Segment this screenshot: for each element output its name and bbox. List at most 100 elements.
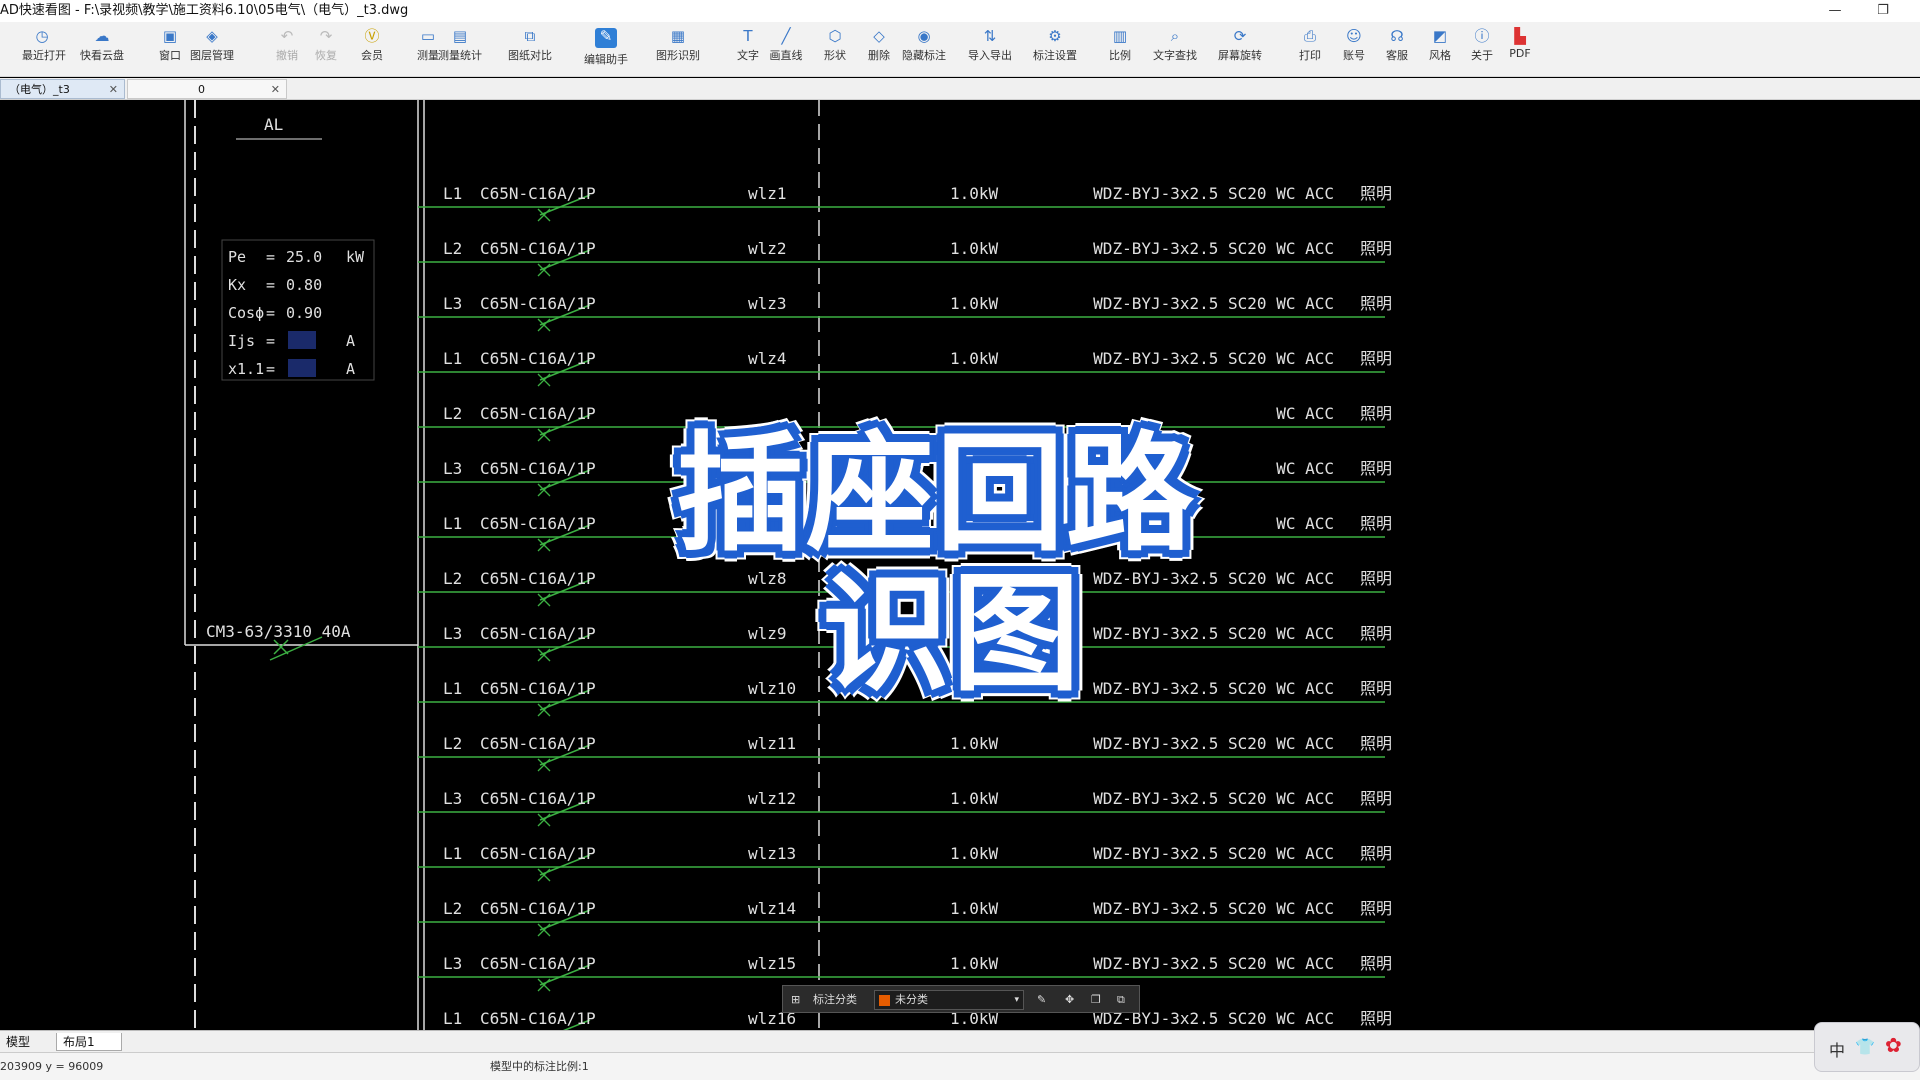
toolbar-button-23[interactable]: ☺ 账号 — [1334, 26, 1374, 74]
toolbar-button-17[interactable]: ⇅ 导入导出 — [960, 26, 1020, 74]
circuit-power: 1.0kW — [950, 294, 999, 313]
circuit-use: 照明 — [1360, 1009, 1392, 1028]
circuit-cable: WDZ-BYJ-3x2.5 SC20 WC ACC — [1093, 899, 1334, 918]
main-breaker-label: CM3-63/3310 40A — [206, 622, 351, 641]
circuit-breaker: C65N-C16A/1P — [480, 459, 596, 478]
param-unit: A — [346, 360, 355, 378]
toolbar-button-0[interactable]: ◷ 最近打开 — [22, 26, 66, 74]
param-value: 0.80 — [286, 276, 322, 294]
shirt-icon: 👕 — [1855, 1037, 1875, 1056]
circuit-cable: WDZ-BYJ-3x2.5 SC20 WC ACC — [1093, 954, 1334, 973]
toolbar-button-16[interactable]: ◉ 隐藏标注 — [894, 26, 954, 74]
toolbar-button-15[interactable]: ◇ 删除 — [859, 26, 899, 74]
edit-icon[interactable]: ✎ — [1037, 986, 1046, 1014]
circuit-power: 1.0kW — [950, 734, 999, 753]
toolbar-button-27[interactable]: ▙ PDF — [1500, 26, 1540, 74]
toolbar-button-18[interactable]: ⚙ 标注设置 — [1025, 26, 1085, 74]
circuit-cable: WDZ-BYJ-3x2.5 SC20 WC ACC — [1093, 239, 1334, 258]
circuit-cable: WC ACC — [1276, 514, 1334, 533]
layout-tab-layout1[interactable]: 布局1 — [56, 1033, 122, 1051]
toolbar-button-8[interactable]: ▤ 测量统计 — [430, 26, 490, 74]
grid-icon[interactable]: ⊞ — [791, 986, 800, 1014]
copy-icon[interactable]: ❐ — [1091, 986, 1101, 1014]
circuit-phase: L3 — [443, 459, 462, 478]
toolbar-button-9[interactable]: ⧉ 图纸对比 — [500, 26, 560, 74]
tab-label: （电气）_t3 — [9, 83, 70, 96]
style-icon: ◩ — [1432, 27, 1448, 45]
video-title-overlay: 插座回路 识图 — [640, 380, 1280, 720]
tab-0[interactable]: 0 ✕ — [127, 79, 287, 99]
close-icon[interactable]: ✕ — [109, 80, 118, 100]
toolbar-button-6[interactable]: Ⓥ 会员 — [352, 26, 392, 74]
toolbar-label: 标注设置 — [1033, 49, 1077, 62]
circuit-use: 照明 — [1360, 734, 1392, 753]
param-value-highlight — [288, 331, 316, 349]
toolbar-label: 测量统计 — [438, 49, 482, 62]
hide-eye-icon: ◉ — [917, 27, 931, 45]
toolbar-button-26[interactable]: ⓘ 关于 — [1462, 26, 1502, 74]
status-bar: 203909 y = 96009 模型中的标注比例:1 — [0, 1052, 1920, 1080]
param-unit: A — [346, 332, 355, 350]
circuit-breaker: C65N-C16A/1P — [480, 569, 596, 588]
annotation-category-select[interactable]: 未分类 ▾ — [874, 990, 1024, 1010]
toolbar-button-25[interactable]: ◩ 风格 — [1420, 26, 1460, 74]
param-name: Kx — [228, 276, 246, 294]
color-swatch — [879, 995, 890, 1006]
toolbar-label: 画直线 — [769, 49, 803, 62]
print-icon: ⎙ — [1303, 27, 1316, 45]
circuit-use: 照明 — [1360, 844, 1392, 863]
measure-stats-icon: ▤ — [452, 27, 468, 45]
circuit-use: 照明 — [1360, 459, 1392, 478]
toolbar-button-20[interactable]: ⌕ 文字查找 — [1145, 26, 1205, 74]
annotation-toolbar: ⊞ 标注分类 未分类 ▾ ✎ ✥ ❐ ⧉ — [782, 985, 1140, 1013]
text-icon: T — [743, 27, 753, 45]
toolbar-button-22[interactable]: ⎙ 打印 — [1290, 26, 1330, 74]
param-equals: = — [266, 360, 275, 378]
annotation-category-label: 标注分类 — [813, 993, 857, 1006]
shape-icon: ⬡ — [828, 27, 842, 45]
vip-icon: Ⓥ — [364, 27, 380, 45]
toolbar-label: 比例 — [1109, 49, 1131, 62]
toolbar-label: 图形识别 — [656, 49, 700, 62]
toolbar-button-1[interactable]: ☁ 快看云盘 — [72, 26, 132, 74]
toolbar-button-24[interactable]: ☊ 客服 — [1377, 26, 1417, 74]
close-icon[interactable]: ✕ — [271, 80, 280, 100]
toolbar-button-5[interactable]: ↷ 恢复 — [306, 26, 346, 74]
paste-icon[interactable]: ⧉ — [1117, 986, 1125, 1014]
import-export-icon: ⇅ — [983, 27, 997, 45]
tab-electrical-t3[interactable]: （电气）_t3 ✕ — [0, 79, 125, 99]
param-name: Ijs — [228, 332, 255, 350]
chevron-down-icon: ▾ — [1014, 995, 1019, 1005]
toolbar-button-21[interactable]: ⟳ 屏幕旋转 — [1210, 26, 1270, 74]
toolbar-button-13[interactable]: ╱ 画直线 — [756, 26, 816, 74]
circuit-use: 照明 — [1360, 899, 1392, 918]
toolbar-button-11[interactable]: ▦ 图形识别 — [648, 26, 708, 74]
toolbar-button-4[interactable]: ↶ 撤销 — [267, 26, 307, 74]
clock-icon: ◷ — [35, 27, 49, 45]
ime-indicator[interactable]: 中 👕 ✿ — [1814, 1022, 1920, 1072]
param-name: x1.1 — [228, 360, 264, 378]
edit-assistant-icon: ✎ — [595, 28, 617, 48]
param-value-highlight — [288, 359, 316, 377]
restore-button[interactable]: ❐ — [1868, 0, 1898, 22]
title-bar: AD快速看图 - F:\录视频\教学\施工资料6.10\05电气\（电气）_t3… — [0, 0, 1920, 22]
param-value: 25.0 — [286, 248, 322, 266]
toolbar-button-19[interactable]: ▥ 比例 — [1100, 26, 1140, 74]
move-icon[interactable]: ✥ — [1065, 986, 1074, 1014]
text-search-icon: ⌕ — [1170, 27, 1180, 45]
eraser-icon: ◇ — [873, 27, 885, 45]
circuit-phase: L3 — [443, 624, 462, 643]
toolbar-label: 导入导出 — [968, 49, 1012, 62]
toolbar-button-10[interactable]: ✎ 编辑助手 — [576, 26, 636, 74]
circuit-phase: L2 — [443, 734, 462, 753]
circuit-phase: L3 — [443, 294, 462, 313]
toolbar-label: 图纸对比 — [508, 49, 552, 62]
layout-tab-model[interactable]: 模型 — [0, 1033, 36, 1051]
headset-icon: ☊ — [1390, 27, 1404, 45]
toolbar-button-14[interactable]: ⬡ 形状 — [815, 26, 855, 74]
toolbar-button-3[interactable]: ◈ 图层管理 — [182, 26, 242, 74]
minimize-button[interactable]: — — [1820, 0, 1850, 22]
cloud-icon: ☁ — [94, 27, 110, 45]
circuit-power: 1.0kW — [950, 789, 999, 808]
circuit-use: 照明 — [1360, 789, 1392, 808]
